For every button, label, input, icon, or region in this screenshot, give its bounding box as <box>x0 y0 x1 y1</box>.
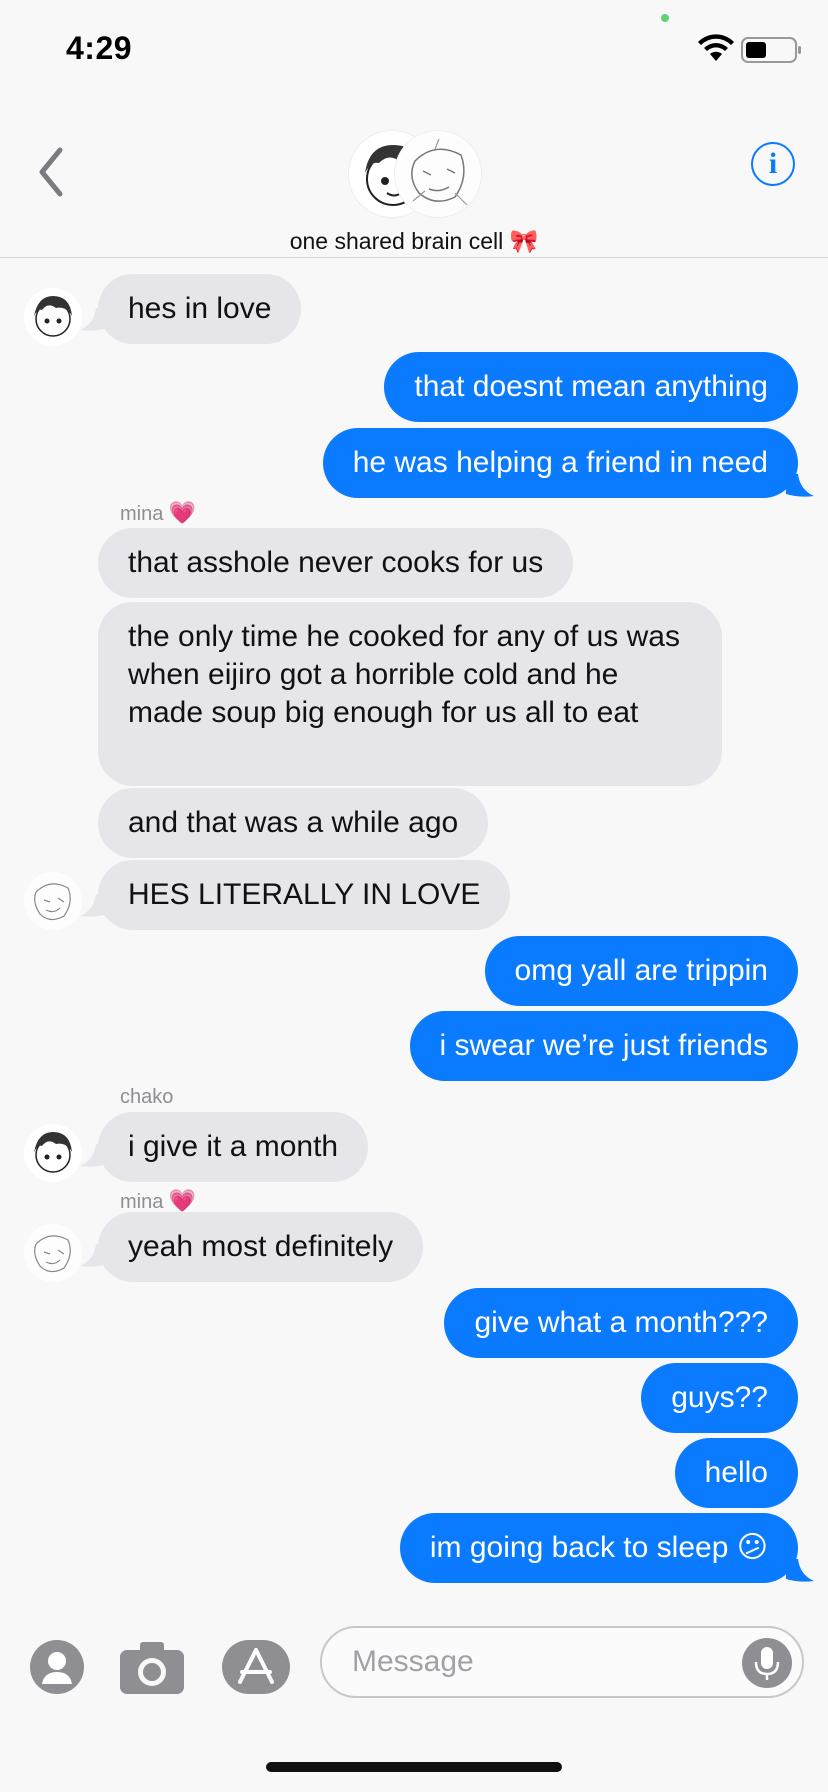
message-list: hes in love that doesnt mean anything he… <box>0 274 828 1604</box>
microphone-icon[interactable] <box>742 1638 792 1688</box>
avatar[interactable] <box>24 1224 82 1282</box>
imessage-screen: 4:29 one shared brain cell 🎀 i hes in lo… <box>0 0 828 1792</box>
group-avatar[interactable] <box>348 130 482 218</box>
sender-name: mina 💗 <box>120 500 197 525</box>
received-message[interactable]: i give it a month <box>98 1112 369 1182</box>
message-input[interactable] <box>352 1628 732 1696</box>
received-message[interactable]: the only time he cooked for any of us wa… <box>98 602 722 786</box>
sent-message[interactable]: omg yall are trippin <box>484 936 798 1006</box>
conversation-header: one shared brain cell 🎀 i <box>0 100 828 258</box>
received-message[interactable]: that asshole never cooks for us <box>98 528 574 598</box>
sent-message[interactable]: he was helping a friend in need <box>322 428 798 498</box>
status-bar: 4:29 <box>0 0 828 100</box>
avatar <box>394 130 482 218</box>
bubble-tail <box>786 474 814 497</box>
avatar[interactable] <box>24 872 82 930</box>
chat-title[interactable]: one shared brain cell 🎀 <box>0 228 828 255</box>
bubble-tail <box>786 1559 814 1582</box>
camera-icon[interactable] <box>118 1640 186 1696</box>
message-field[interactable] <box>320 1626 804 1698</box>
received-message[interactable]: and that was a while ago <box>98 788 489 858</box>
app-store-icon[interactable] <box>222 1640 290 1694</box>
avatar[interactable] <box>24 1124 82 1182</box>
home-indicator[interactable] <box>266 1762 562 1772</box>
privacy-indicator-dot <box>661 14 669 22</box>
heart-emoji: 💗 <box>168 1188 197 1213</box>
sender-name: mina 💗 <box>120 1188 197 1213</box>
sender-name: chako <box>120 1086 174 1108</box>
info-icon[interactable]: i <box>751 142 795 186</box>
sent-message[interactable]: give what a month??? <box>444 1288 798 1358</box>
heart-emoji: 💗 <box>168 500 197 525</box>
received-message[interactable]: hes in love <box>98 274 302 344</box>
battery-icon <box>741 37 801 63</box>
sent-message[interactable]: im going back to sleep 😕 <box>399 1513 798 1583</box>
received-message[interactable]: yeah most definitely <box>98 1212 424 1282</box>
wifi-icon <box>698 34 734 61</box>
sent-message[interactable]: i swear we’re just friends <box>409 1011 798 1081</box>
sent-message[interactable]: guys?? <box>641 1363 798 1433</box>
status-time: 4:29 <box>66 30 133 66</box>
avatar[interactable] <box>24 288 82 346</box>
sent-message[interactable]: hello <box>674 1438 798 1508</box>
contacts-icon[interactable] <box>30 1640 84 1694</box>
compose-bar <box>0 1600 828 1720</box>
chevron-left-icon[interactable] <box>30 140 74 204</box>
received-message[interactable]: HES LITERALLY IN LOVE <box>98 860 511 930</box>
sent-message[interactable]: that doesnt mean anything <box>384 352 798 422</box>
